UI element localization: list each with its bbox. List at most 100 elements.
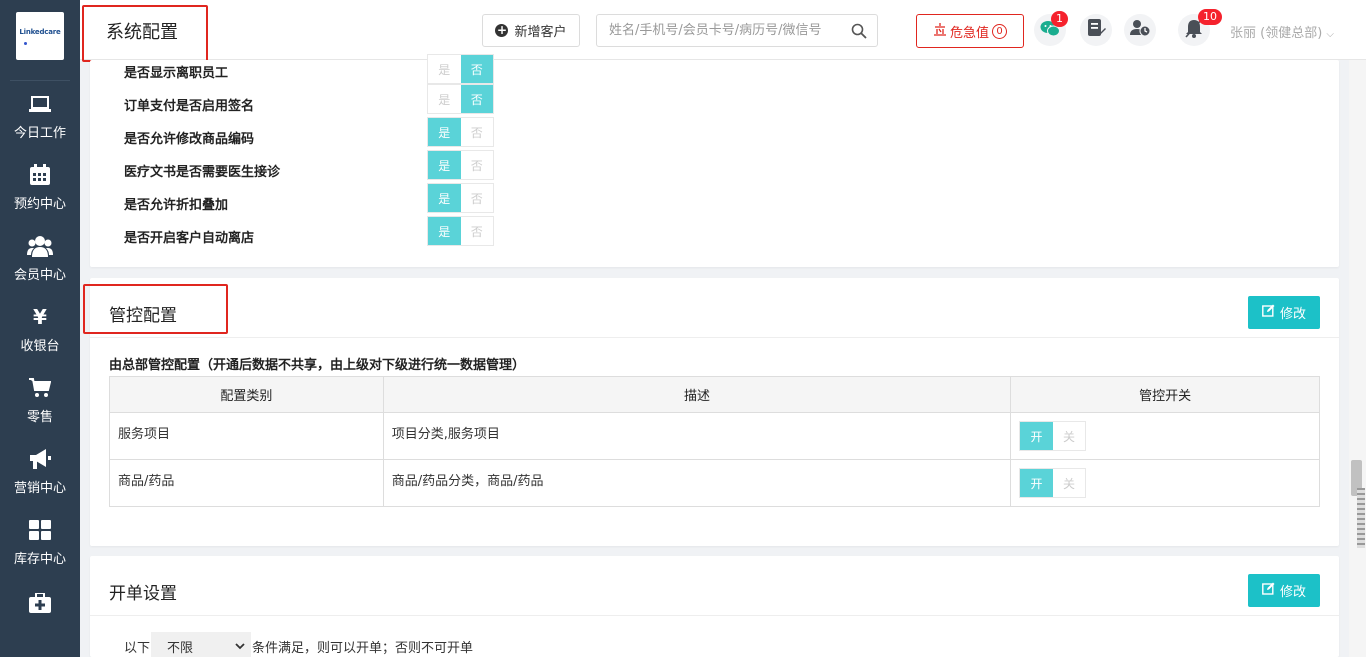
top-header: 系统配置 + 新增客户 危急值 0 1 1: [80, 0, 1366, 62]
config-label: 是否允许折扣叠加: [124, 198, 229, 213]
sidebar-item-appointments[interactable]: 预约中心: [0, 155, 80, 219]
switch-on[interactable]: 开: [1020, 469, 1053, 497]
search-box: [596, 14, 878, 47]
config-label: 是否允许修改商品编码: [124, 132, 255, 147]
switch-off[interactable]: 关: [1052, 469, 1086, 497]
order-condition-row: 以下 不限 条件满足，则可以开单；否则不可开单: [124, 632, 473, 657]
add-customer-button[interactable]: + 新增客户: [482, 14, 580, 47]
sidebar-item-marketing[interactable]: 营销中心: [0, 439, 80, 503]
edit-label: 修改: [1279, 307, 1306, 322]
condition-select[interactable]: 不限: [151, 632, 252, 657]
divider: [90, 615, 1339, 616]
records-button[interactable]: [1080, 14, 1112, 46]
highlight-box: [83, 284, 228, 334]
toggle-yes[interactable]: 是: [428, 151, 461, 179]
edit-label: 修改: [1279, 585, 1306, 600]
team-icon: [1129, 19, 1151, 41]
category-cell: 服务项目: [109, 412, 384, 460]
sidebar-item-label: 预约中心: [13, 196, 66, 212]
table-row: 商品/药品 商品/药品分类，商品/药品 开 关: [109, 459, 1320, 507]
toggle-no[interactable]: 否: [460, 85, 493, 113]
sidebar-item-retail[interactable]: 零售: [0, 368, 80, 432]
edit-button[interactable]: 修改: [1248, 296, 1320, 329]
document-edit-icon: [1086, 18, 1106, 42]
search-icon[interactable]: [851, 23, 867, 43]
toggle-yes[interactable]: 是: [428, 55, 461, 83]
sidebar-item-label: 营销中心: [13, 480, 66, 496]
column-header: 配置类别: [109, 376, 384, 413]
wechat-badge: 1: [1051, 11, 1068, 27]
edit-icon: [1262, 304, 1275, 321]
divider: [90, 337, 1339, 338]
sidebar-item-inventory[interactable]: 库存中心: [0, 510, 80, 574]
danger-count: 0: [992, 23, 1007, 39]
sidebar: Linkedcare 今日工作 预约中心 会员中心 ¥ 收银台 零售 营销中心 …: [0, 0, 80, 657]
search-input[interactable]: [597, 15, 837, 46]
order-settings-card: 开单设置 修改 以下 不限 条件满足，则可以开单；否则不可开单: [90, 556, 1339, 657]
switch-cell: 开 关: [1010, 412, 1320, 460]
toggle-no[interactable]: 否: [460, 118, 493, 146]
description-cell: 商品/药品分类，商品/药品: [382, 459, 1012, 507]
toggle-yes[interactable]: 是: [428, 184, 461, 212]
control-table: 配置类别 描述 管控开关 服务项目 项目分类,服务项目 开 关 商品/药品 商品…: [109, 376, 1320, 507]
highlight-box: [82, 5, 208, 62]
toggle-yes[interactable]: 是: [428, 85, 461, 113]
team-button[interactable]: [1124, 14, 1156, 46]
plus-circle-icon: +: [495, 23, 509, 37]
sidebar-item-today-work[interactable]: 今日工作: [0, 84, 80, 148]
config-label: 是否显示离职员工: [124, 66, 229, 81]
medkit-icon: [29, 591, 51, 615]
chevron-down-icon: [235, 639, 245, 654]
description-cell: 项目分类,服务项目: [382, 412, 1012, 460]
grid-icon: [29, 518, 51, 542]
system-config-card: 是否显示离职员工 是 否 订单支付是否启用签名 是 否 是否允许修改商品编码 是…: [90, 54, 1339, 267]
megaphone-icon: [28, 447, 52, 471]
add-customer-label: 新增客户: [514, 25, 567, 40]
alert-icon: [933, 22, 947, 40]
toggle-no[interactable]: 否: [460, 151, 493, 179]
sidebar-item-label: 库存中心: [13, 551, 66, 567]
danger-value-button[interactable]: 危急值 0: [916, 14, 1024, 48]
sidebar-item-members[interactable]: 会员中心: [0, 226, 80, 290]
control-config-card: 管控配置 修改 由总部管控配置（开通后数据不共享，由上级对下级进行统一数据管理）…: [83, 278, 1339, 546]
edit-button[interactable]: 修改: [1248, 574, 1320, 607]
config-toggle-payment-signature[interactable]: 是 否: [427, 84, 494, 114]
config-toggle-discount-stack[interactable]: 是 否: [427, 183, 494, 213]
laptop-icon: [29, 92, 51, 116]
sidebar-item-cashier[interactable]: ¥ 收银台: [0, 297, 80, 361]
switch-off[interactable]: 关: [1052, 422, 1086, 450]
users-icon: [27, 234, 53, 258]
sidebar-item-label: 零售: [26, 409, 53, 425]
chevron-down-icon: ⌵: [1326, 29, 1335, 40]
logo[interactable]: Linkedcare: [16, 12, 64, 60]
section-title: 开单设置: [109, 584, 177, 604]
category-cell: 商品/药品: [109, 459, 384, 507]
control-switch[interactable]: 开 关: [1019, 468, 1087, 498]
calendar-icon: [29, 163, 51, 187]
toggle-yes[interactable]: 是: [428, 217, 461, 245]
scrollbar-grip[interactable]: [1357, 488, 1365, 548]
config-toggle-show-resigned[interactable]: 是 否: [427, 54, 494, 84]
sidebar-item-label: 会员中心: [13, 267, 66, 283]
toggle-no[interactable]: 否: [460, 184, 493, 212]
notification-badge: 10: [1198, 9, 1222, 25]
toggle-yes[interactable]: 是: [428, 118, 461, 146]
config-toggle-edit-product-code[interactable]: 是 否: [427, 117, 494, 147]
sidebar-item-label: 收银台: [20, 338, 60, 354]
control-switch[interactable]: 开 关: [1019, 421, 1087, 451]
sidebar-item-medical[interactable]: [0, 582, 80, 630]
switch-on[interactable]: 开: [1020, 422, 1053, 450]
config-label: 订单支付是否启用签名: [124, 99, 255, 114]
table-row: 服务项目 项目分类,服务项目 开 关: [109, 412, 1320, 460]
scrollbar-track[interactable]: [1349, 60, 1366, 657]
user-menu[interactable]: 张丽 (领健总部) ⌵: [1230, 22, 1334, 41]
edit-icon: [1262, 582, 1275, 599]
toggle-no[interactable]: 否: [460, 217, 493, 245]
condition-select-value: 不限: [167, 640, 194, 656]
config-label: 医疗文书是否需要医生接诊: [124, 165, 281, 180]
config-toggle-auto-leave[interactable]: 是 否: [427, 216, 494, 246]
condition-prefix: 以下: [124, 640, 151, 656]
config-toggle-doctor-consult[interactable]: 是 否: [427, 150, 494, 180]
column-header: 描述: [382, 376, 1012, 413]
toggle-no[interactable]: 否: [460, 55, 493, 83]
